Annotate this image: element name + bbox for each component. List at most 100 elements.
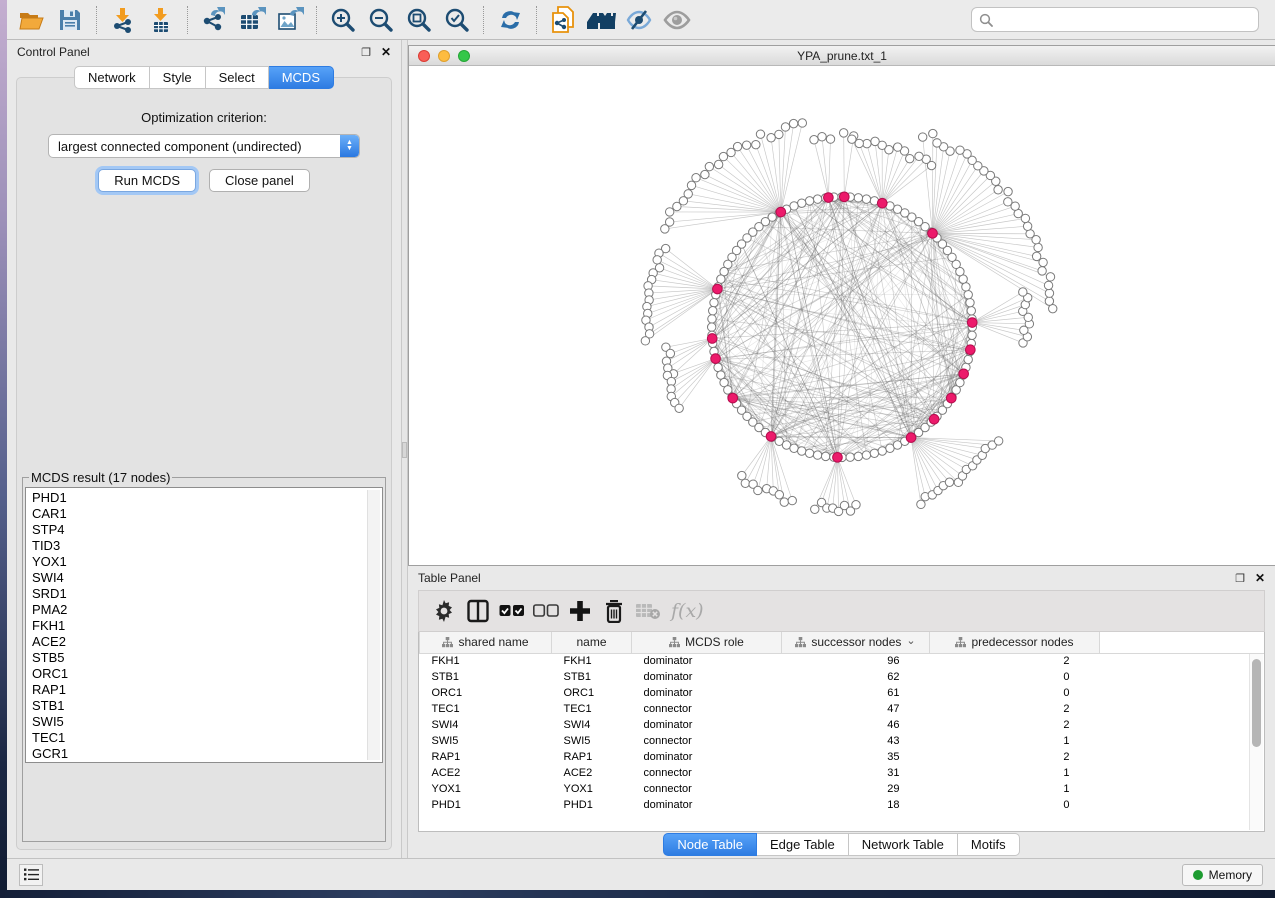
delete-table-icon[interactable] (633, 596, 663, 626)
network-node[interactable] (848, 135, 856, 143)
search-input[interactable] (998, 13, 1251, 27)
network-node[interactable] (798, 447, 806, 455)
mcds-node[interactable] (929, 414, 939, 424)
mcds-node[interactable] (906, 433, 916, 443)
mcds-node[interactable] (824, 193, 834, 203)
network-node[interactable] (675, 404, 683, 412)
network-node[interactable] (1032, 252, 1040, 260)
network-node[interactable] (687, 181, 695, 189)
save-session-icon[interactable] (55, 5, 85, 35)
network-node[interactable] (1004, 187, 1012, 195)
hide-glass-icon[interactable] (624, 5, 654, 35)
network-node[interactable] (666, 349, 674, 357)
network-node[interactable] (738, 471, 746, 479)
mcds-node[interactable] (946, 393, 956, 403)
network-node[interactable] (854, 194, 862, 202)
result-node-item[interactable]: STB1 (32, 698, 366, 714)
network-node[interactable] (1046, 273, 1054, 281)
split-divider-handle[interactable] (402, 442, 407, 458)
search-binoculars-icon[interactable] (586, 5, 616, 35)
export-network-icon[interactable] (199, 5, 229, 35)
result-node-item[interactable]: FKH1 (32, 618, 366, 634)
mcds-node[interactable] (928, 229, 938, 239)
network-node[interactable] (964, 355, 972, 363)
memory-button[interactable]: Memory (1182, 864, 1263, 886)
network-node[interactable] (767, 134, 775, 142)
tab-select[interactable]: Select (206, 66, 269, 89)
mcds-node[interactable] (776, 207, 786, 217)
mcds-result-list[interactable]: PHD1CAR1STP4TID3YOX1SWI4SRD1PMA2FKH1ACE2… (25, 487, 383, 763)
network-node[interactable] (826, 135, 834, 143)
network-node[interactable] (1004, 198, 1012, 206)
network-graph[interactable] (409, 66, 1275, 565)
network-node[interactable] (862, 451, 870, 459)
network-node[interactable] (994, 186, 1002, 194)
network-node[interactable] (918, 133, 926, 141)
network-node[interactable] (967, 307, 975, 315)
network-node[interactable] (811, 505, 819, 513)
tab-mcds[interactable]: MCDS (269, 66, 334, 89)
network-node[interactable] (915, 152, 923, 160)
network-node[interactable] (752, 140, 760, 148)
result-node-item[interactable]: PMA2 (32, 602, 366, 618)
network-node[interactable] (719, 152, 727, 160)
add-row-icon[interactable] (565, 596, 595, 626)
network-node[interactable] (665, 208, 673, 216)
network-node[interactable] (854, 452, 862, 460)
network-node[interactable] (945, 478, 953, 486)
network-node[interactable] (701, 170, 709, 178)
result-node-item[interactable]: RAP1 (32, 682, 366, 698)
mcds-node[interactable] (833, 453, 843, 463)
network-node[interactable] (1023, 222, 1031, 230)
column-header-shared-name[interactable]: shared name (420, 632, 552, 653)
network-node[interactable] (653, 256, 661, 264)
zoom-selected-icon[interactable] (442, 5, 472, 35)
network-node[interactable] (906, 154, 914, 162)
network-node[interactable] (966, 298, 974, 306)
table-row[interactable]: SWI5SWI5connector431 (420, 733, 1265, 749)
import-table-icon[interactable] (146, 5, 176, 35)
table-row[interactable]: TEC1TEC1connector472 (420, 701, 1265, 717)
network-node[interactable] (789, 119, 797, 127)
result-node-item[interactable]: SWI5 (32, 714, 366, 730)
network-node[interactable] (708, 315, 716, 323)
network-node[interactable] (1038, 267, 1046, 275)
network-node[interactable] (839, 129, 847, 137)
network-node[interactable] (780, 498, 788, 506)
refresh-view-icon[interactable] (495, 5, 525, 35)
maximize-window-icon[interactable] (458, 50, 470, 62)
close-panel-button[interactable]: Close panel (209, 169, 310, 192)
network-node[interactable] (754, 486, 762, 494)
network-node[interactable] (709, 307, 717, 315)
network-node[interactable] (1045, 297, 1053, 305)
zoom-in-icon[interactable] (328, 5, 358, 35)
table-row[interactable]: YOX1YOX1connector291 (420, 781, 1265, 797)
network-node[interactable] (727, 148, 735, 156)
network-node[interactable] (878, 447, 886, 455)
tab-style[interactable]: Style (150, 66, 206, 89)
network-node[interactable] (805, 449, 813, 457)
network-node[interactable] (788, 496, 796, 504)
minimize-window-icon[interactable] (438, 50, 450, 62)
delete-row-icon[interactable] (599, 596, 629, 626)
network-node[interactable] (798, 119, 806, 127)
tab-edge-table[interactable]: Edge Table (757, 833, 849, 856)
clone-network-icon[interactable] (548, 5, 578, 35)
network-node[interactable] (870, 449, 878, 457)
network-node[interactable] (775, 130, 783, 138)
tab-network-table[interactable]: Network Table (849, 833, 958, 856)
table-scrollbar-thumb[interactable] (1252, 659, 1261, 747)
mcds-node[interactable] (766, 432, 776, 442)
column-header-successor-nodes[interactable]: successor nodes⌄ (782, 632, 930, 653)
result-node-item[interactable]: SRD1 (32, 586, 366, 602)
mcds-node[interactable] (959, 369, 969, 379)
network-canvas[interactable] (409, 66, 1275, 565)
mcds-node[interactable] (839, 192, 849, 202)
select-all-icon[interactable] (497, 596, 527, 626)
network-node[interactable] (641, 337, 649, 345)
network-node[interactable] (917, 500, 925, 508)
network-node[interactable] (714, 363, 722, 371)
result-node-item[interactable]: GCR1 (32, 746, 366, 762)
show-columns-icon[interactable] (463, 596, 493, 626)
network-node[interactable] (813, 195, 821, 203)
